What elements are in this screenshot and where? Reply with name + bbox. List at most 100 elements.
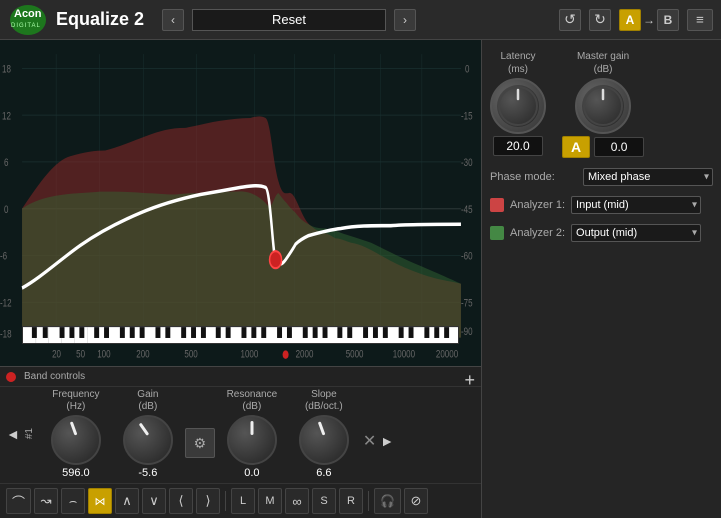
latency-knob-inner xyxy=(497,85,539,127)
preset-next-button[interactable]: › xyxy=(394,9,416,31)
filter-peak-button[interactable]: ∧ xyxy=(115,488,139,514)
filter-type-button[interactable]: ⚙ xyxy=(185,428,215,458)
gain-knob[interactable] xyxy=(123,415,173,465)
slope-knob[interactable] xyxy=(299,415,349,465)
band-prev-button[interactable]: ◄ xyxy=(4,426,22,442)
plugin-title: Equalize 2 xyxy=(56,9,144,30)
ab-arrow-icon: → xyxy=(643,13,655,27)
frequency-value: 596.0 xyxy=(62,467,90,479)
analyzer1-select-wrapper: Input (mid) Input (left) Input (right) O… xyxy=(571,196,701,214)
band-close-button[interactable]: ✕ xyxy=(363,431,376,451)
knob-section: ◄ #1 Frequency(Hz) 596.0 Gain(dB) - xyxy=(0,387,481,483)
svg-text:-12: -12 xyxy=(0,297,12,310)
analyzer1-label: Analyzer 1: xyxy=(510,199,565,211)
analyzer1-select[interactable]: Input (mid) Input (left) Input (right) O… xyxy=(571,196,701,214)
svg-text:-6: -6 xyxy=(0,250,8,263)
analyzer1-row: Analyzer 1: Input (mid) Input (left) Inp… xyxy=(490,196,713,214)
preset-prev-button[interactable]: ‹ xyxy=(162,9,184,31)
svg-text:-45: -45 xyxy=(461,204,473,217)
filter-valley-button[interactable]: ∨ xyxy=(142,488,166,514)
frequency-knob-group: Frequency(Hz) 596.0 xyxy=(41,389,111,479)
phase-mode-label: Phase mode: xyxy=(490,171,555,183)
analyzer2-row: Analyzer 2: Output (mid) Output (left) O… xyxy=(490,224,713,242)
ab-group: A → B xyxy=(619,9,679,31)
resonance-knob[interactable] xyxy=(227,415,277,465)
analyzer2-select[interactable]: Output (mid) Output (left) Output (right… xyxy=(571,224,701,242)
filter-shelfhigh-button[interactable]: ↝ xyxy=(34,488,58,514)
gain-knob-group: Gain(dB) -5.6 xyxy=(113,389,183,479)
band-next-button[interactable]: ► xyxy=(378,433,396,449)
gain-label: Gain(dB) xyxy=(137,389,158,413)
svg-text:-75: -75 xyxy=(461,297,473,310)
svg-text:Acon: Acon xyxy=(14,8,42,20)
svg-text:6: 6 xyxy=(4,157,9,170)
channel-r-button[interactable]: R xyxy=(339,488,363,514)
channel-m-button[interactable]: M xyxy=(258,488,282,514)
svg-text:500: 500 xyxy=(184,348,198,361)
svg-text:0: 0 xyxy=(4,204,9,217)
frequency-knob[interactable] xyxy=(51,415,101,465)
master-ab-button[interactable]: A xyxy=(562,136,590,158)
svg-text:20: 20 xyxy=(52,348,61,361)
analyzer1-color-swatch xyxy=(490,198,504,212)
band-controls-label: Band controls xyxy=(24,371,85,382)
channel-l-button[interactable]: L xyxy=(231,488,255,514)
band-number: #1 xyxy=(24,428,35,439)
master-gain-knob-inner xyxy=(582,85,624,127)
toolbar: ⌒ ↝ ⌢ ⋈ ∧ ∨ ⟨ ⟩ L M ∞ S R 🎧 ⊘ xyxy=(0,483,481,518)
right-panel: Latency(ms) 20.0 Master gain(dB) xyxy=(481,40,721,518)
svg-text:0: 0 xyxy=(465,63,470,76)
phase-mode-row: Phase mode: Mixed phase Linear phase Min… xyxy=(490,168,713,186)
preset-name-input[interactable] xyxy=(192,9,386,31)
bottom-controls: Band controls + ◄ #1 Frequency(Hz) 596.0… xyxy=(0,366,481,518)
svg-text:-90: -90 xyxy=(461,326,473,339)
svg-text:18: 18 xyxy=(2,63,11,76)
undo-button[interactable]: ↺ xyxy=(559,9,581,31)
latency-label: Latency(ms) xyxy=(500,50,535,76)
svg-text:-15: -15 xyxy=(461,110,473,123)
filter-hp-button[interactable]: ⟨ xyxy=(169,488,193,514)
channel-s-button[interactable]: S xyxy=(312,488,336,514)
filter-bell-button[interactable]: ⌢ xyxy=(61,488,85,514)
bypass-button[interactable]: ⊘ xyxy=(404,488,428,514)
headphone-button[interactable]: 🎧 xyxy=(374,488,401,514)
svg-text:5000: 5000 xyxy=(346,348,364,361)
svg-text:12: 12 xyxy=(2,110,11,123)
ab-a-button[interactable]: A xyxy=(619,9,641,31)
svg-text:10000: 10000 xyxy=(393,348,416,361)
svg-text:100: 100 xyxy=(97,348,111,361)
add-band-button[interactable]: + xyxy=(464,371,475,389)
phase-mode-select-wrapper: Mixed phase Linear phase Minimum phase xyxy=(583,168,713,186)
master-gain-knob[interactable] xyxy=(575,78,631,134)
analyzer2-color-swatch xyxy=(490,226,504,240)
filter-lp-button[interactable]: ⟩ xyxy=(196,488,220,514)
gear-icon: ⚙ xyxy=(194,435,207,452)
band-header-row: Band controls + xyxy=(0,367,481,387)
ab-b-button[interactable]: B xyxy=(657,9,679,31)
latency-value: 20.0 xyxy=(493,136,543,156)
redo-button[interactable]: ↻ xyxy=(589,9,611,31)
svg-text:1000: 1000 xyxy=(240,348,258,361)
filter-notch-button[interactable]: ⋈ xyxy=(88,488,112,514)
phase-mode-select[interactable]: Mixed phase Linear phase Minimum phase xyxy=(583,168,713,186)
menu-button[interactable]: ≡ xyxy=(687,9,713,31)
eq-display[interactable]: 18 12 6 0 -6 -12 -18 0 -15 -30 -45 -60 -… xyxy=(0,40,481,366)
band-active-indicator xyxy=(6,372,16,382)
main-area: 18 12 6 0 -6 -12 -18 0 -15 -30 -45 -60 -… xyxy=(0,40,721,518)
svg-text:20000: 20000 xyxy=(436,348,459,361)
toolbar-separator-1 xyxy=(225,491,226,511)
filter-shelflow-button[interactable]: ⌒ xyxy=(6,488,31,514)
analyzer2-label: Analyzer 2: xyxy=(510,227,565,239)
svg-text:DIGITAL: DIGITAL xyxy=(11,23,41,29)
svg-text:50: 50 xyxy=(76,348,85,361)
svg-text:-30: -30 xyxy=(461,157,473,170)
slope-value: 6.6 xyxy=(316,467,331,479)
piano-keyboard xyxy=(22,326,459,344)
eq-graph[interactable]: 18 12 6 0 -6 -12 -18 0 -15 -30 -45 -60 -… xyxy=(0,40,481,366)
resonance-value: 0.0 xyxy=(244,467,259,479)
channel-link-button[interactable]: ∞ xyxy=(285,488,309,514)
frequency-label: Frequency(Hz) xyxy=(52,389,99,413)
gain-value: -5.6 xyxy=(138,467,157,479)
latency-knob[interactable] xyxy=(490,78,546,134)
logo: Acon DIGITAL xyxy=(8,4,48,36)
